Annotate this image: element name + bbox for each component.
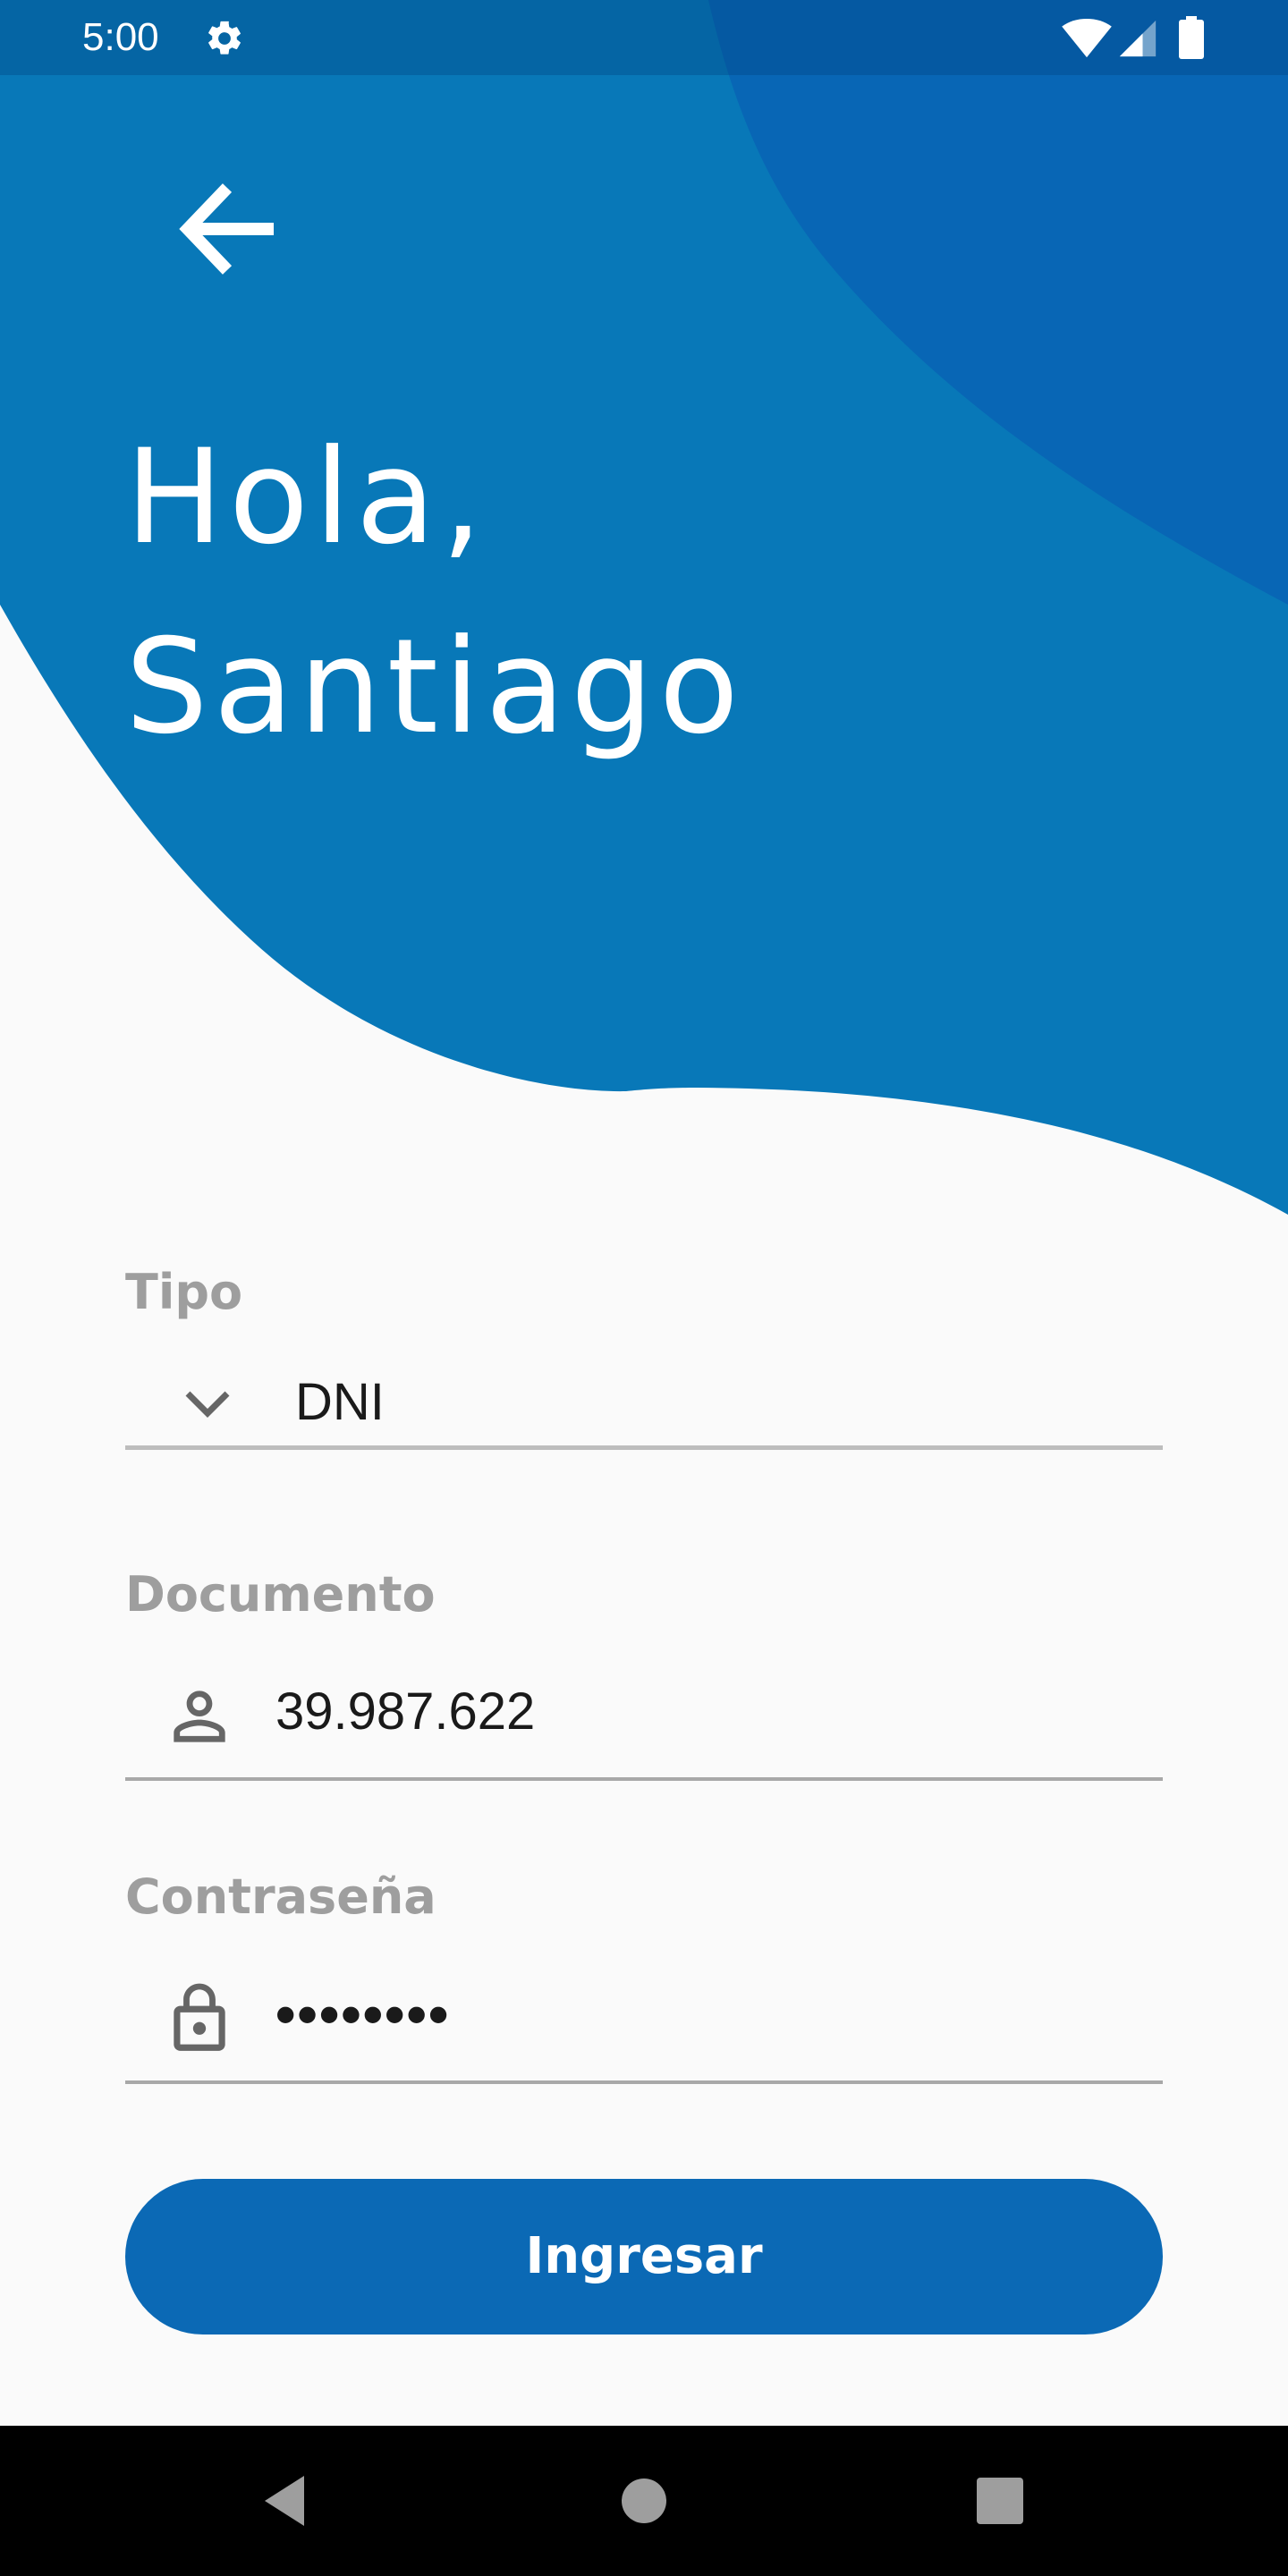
documento-underline [125, 1777, 1163, 1781]
chevron-down-icon[interactable] [181, 1377, 234, 1431]
nav-back-icon[interactable] [258, 2472, 315, 2529]
nav-recents-icon[interactable] [977, 2478, 1023, 2524]
wifi-icon [1062, 18, 1112, 58]
contrasena-field[interactable]: •••••••• [125, 1962, 1163, 2061]
person-icon [174, 1690, 225, 1742]
contrasena-underline [125, 2080, 1163, 2084]
tipo-underline [125, 1445, 1163, 1450]
tipo-label: Tipo [125, 1264, 243, 1320]
arrow-left-icon[interactable] [166, 166, 292, 292]
status-time: 5:00 [82, 15, 159, 59]
lock-icon [174, 1983, 225, 2051]
contrasena-value: •••••••• [275, 1982, 451, 2046]
gear-icon [208, 21, 241, 55]
tipo-select[interactable]: DNI [125, 1351, 1163, 1449]
documento-label: Documento [125, 1566, 436, 1623]
greeting-heading: Hola, Santiago [125, 402, 1109, 782]
nav-home-icon[interactable] [621, 2478, 667, 2524]
contrasena-label: Contraseña [125, 1868, 436, 1925]
documento-field[interactable]: 39.987.622 [125, 1660, 1163, 1758]
ingresar-button[interactable]: Ingresar [125, 2179, 1163, 2334]
status-bar: 5:00 [0, 0, 1288, 75]
signal-icon [1119, 20, 1157, 57]
greeting-line-1: Hola, [125, 421, 488, 573]
battery-icon [1179, 16, 1204, 59]
tipo-value: DNI [295, 1373, 385, 1431]
login-screen: 5:00 Hola, Santiago Tipo DNI Documento 3… [0, 0, 1288, 2576]
navigation-bar [0, 2426, 1288, 2576]
documento-value: 39.987.622 [275, 1682, 536, 1741]
greeting-line-2: Santiago [125, 611, 744, 763]
